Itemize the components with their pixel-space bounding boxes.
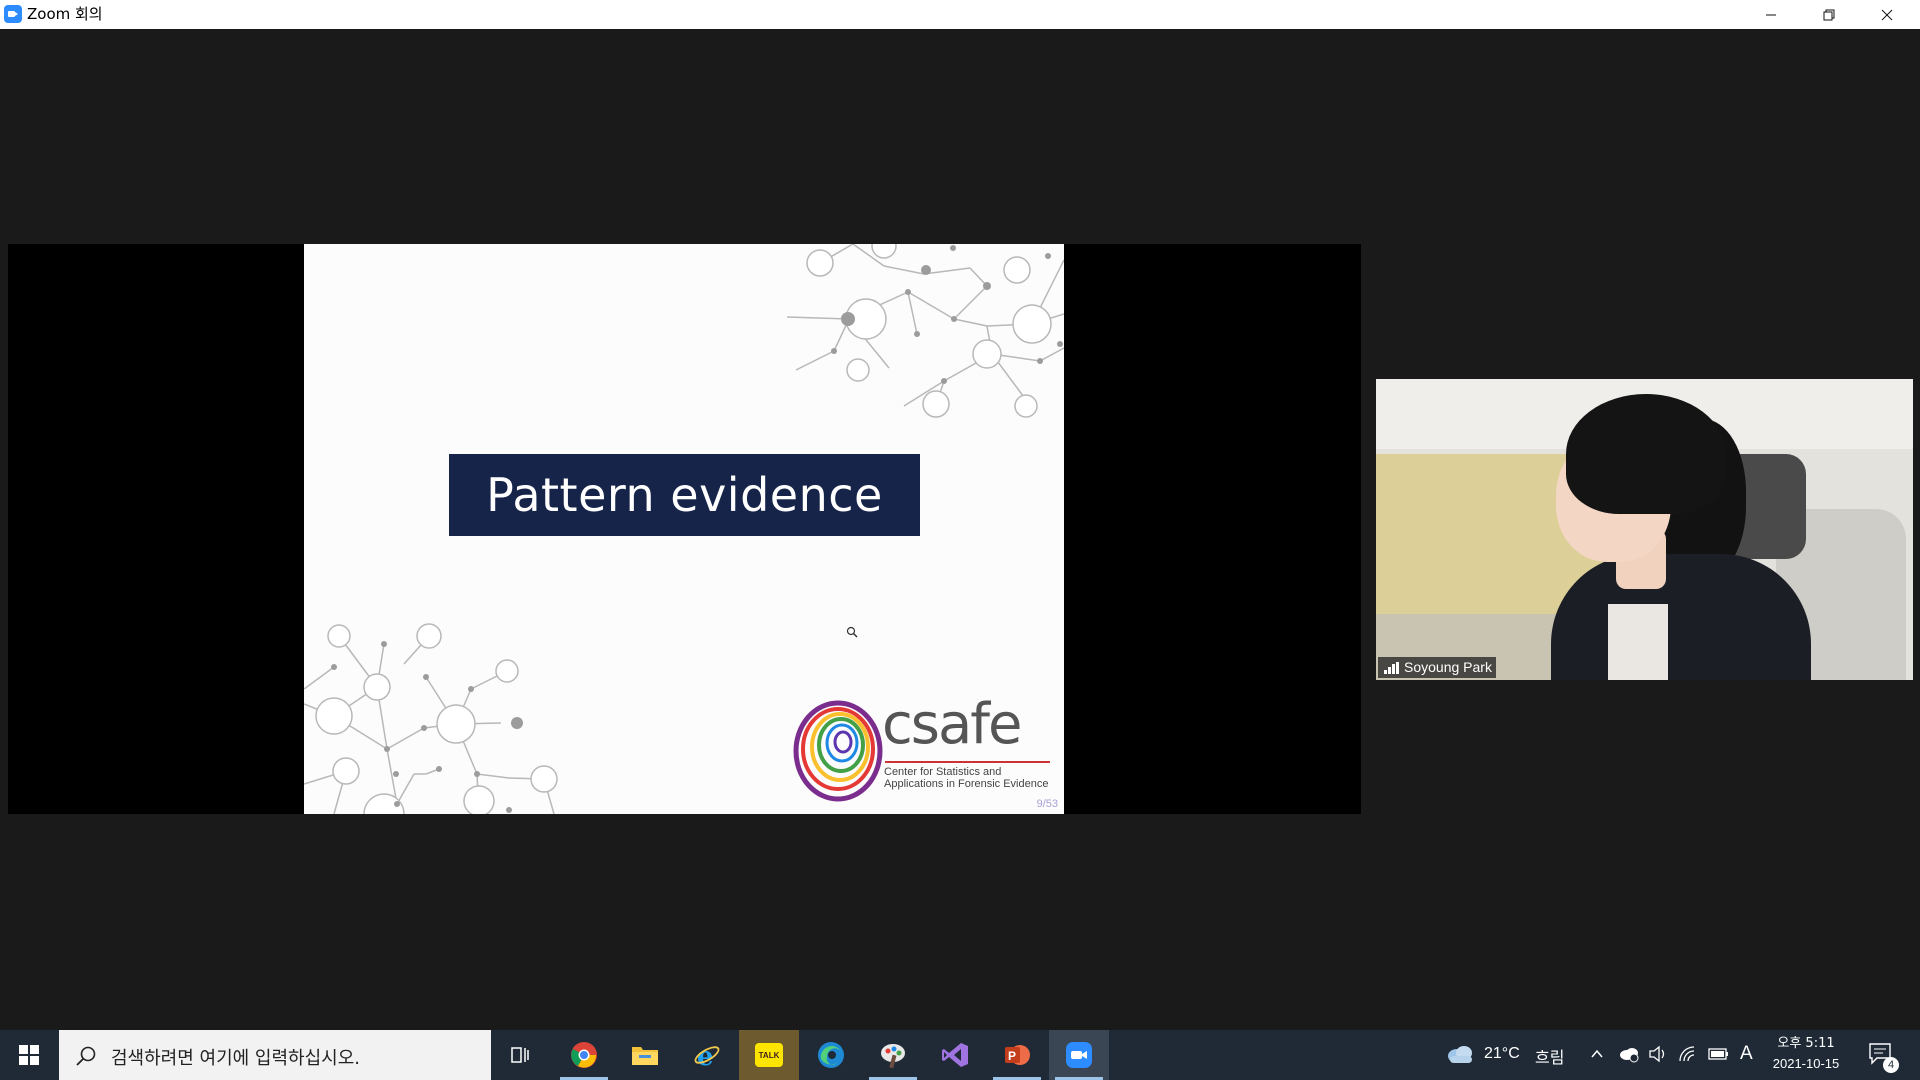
zoom-icon [1066,1042,1092,1068]
svg-text:P: P [1008,1049,1016,1063]
csafe-underline [885,761,1050,763]
taskbar-app-file-explorer[interactable] [615,1030,675,1080]
csafe-wordmark: csafe [882,692,1022,757]
wifi-icon[interactable] [1678,1045,1698,1063]
notification-count-badge: 4 [1883,1057,1899,1073]
video-person-body [1551,554,1811,680]
paint-icon [881,1044,905,1069]
slide-title-box: Pattern evidence [449,454,920,536]
zoom-pointer-icon [846,626,858,638]
minimize-button[interactable] [1742,0,1800,29]
search-icon [76,1046,96,1066]
clock-time: 오후 5:11 [1777,1036,1835,1051]
slide-title: Pattern evidence [486,468,883,522]
taskbar-clock[interactable]: 오후 5:11 2021-10-15 [1766,1034,1846,1074]
task-view-button[interactable] [490,1030,550,1080]
battery-icon[interactable] [1708,1047,1730,1061]
taskbar-app-edge[interactable] [801,1030,861,1080]
csafe-subtitle-line1: Center for Statistics and [884,766,1002,778]
taskbar-app-internet-explorer[interactable]: e [677,1030,737,1080]
csafe-logo-icon [793,700,883,802]
taskbar-app-chrome[interactable] [554,1030,614,1080]
cloudy-weather-icon[interactable] [1446,1042,1474,1066]
start-button[interactable] [0,1030,58,1080]
chevron-up-icon[interactable] [1590,1048,1604,1060]
zoom-app-icon [4,5,22,23]
onedrive-sync-icon[interactable] [1618,1045,1640,1063]
participant-name: Soyoung Park [1404,659,1492,675]
window-titlebar: Zoom 회의 [0,0,1920,29]
csafe-subtitle-line2: Applications in Forensic Evidence [884,778,1049,790]
search-placeholder: 검색하려면 여기에 입력하십시오. [111,1048,361,1069]
kakaotalk-label: TALK [758,1050,780,1060]
input-method-indicator[interactable]: A [1740,1043,1753,1065]
participant-name-label: Soyoung Park [1378,657,1496,678]
close-button[interactable] [1858,0,1916,29]
windows-taskbar: 검색하려면 여기에 입력하십시오. e TALK P 21°C 흐림 A 오후 … [0,1030,1920,1080]
csafe-subtitle: Center for Statistics and Applications i… [884,766,1064,790]
restore-button[interactable] [1800,0,1858,29]
windows-logo-icon [19,1045,39,1065]
svg-text:e: e [697,1042,714,1069]
notification-count: 4 [1887,1059,1895,1071]
volume-icon[interactable] [1648,1045,1668,1063]
taskbar-app-powerpoint[interactable]: P [987,1030,1047,1080]
taskbar-app-visual-studio[interactable] [925,1030,985,1080]
slide-page-number: 9/53 [1036,798,1058,810]
video-person-shirt [1608,604,1668,680]
taskbar-search-box[interactable]: 검색하려면 여기에 입력하십시오. [59,1030,491,1080]
internet-explorer-icon: e [694,1042,720,1069]
weather-temperature[interactable]: 21°C [1484,1045,1520,1063]
close-icon [1881,9,1893,20]
taskbar-app-zoom[interactable] [1049,1030,1109,1080]
weather-description[interactable]: 흐림 [1535,1044,1564,1068]
taskbar-app-kakaotalk[interactable]: TALK [739,1030,799,1080]
video-person-hair [1566,394,1726,514]
visual-studio-icon [942,1043,968,1067]
restore-icon [1823,9,1835,20]
kakaotalk-icon: TALK [755,1043,783,1067]
notification-center-button[interactable]: 4 [1862,1030,1912,1080]
minimize-icon [1766,14,1776,15]
signal-strength-icon [1384,662,1400,674]
presentation-slide: Pattern evidence csafe Center for Statis… [304,244,1064,814]
task-view-icon [511,1047,529,1063]
participant-video-tile[interactable]: Soyoung Park [1376,379,1913,680]
folder-icon [632,1047,658,1065]
clock-date: 2021-10-15 [1772,1056,1840,1071]
window-title: Zoom 회의 [27,5,103,23]
edge-icon [818,1042,844,1068]
chrome-icon [571,1042,597,1068]
powerpoint-icon: P [1005,1045,1030,1065]
taskbar-app-paint[interactable] [863,1030,923,1080]
